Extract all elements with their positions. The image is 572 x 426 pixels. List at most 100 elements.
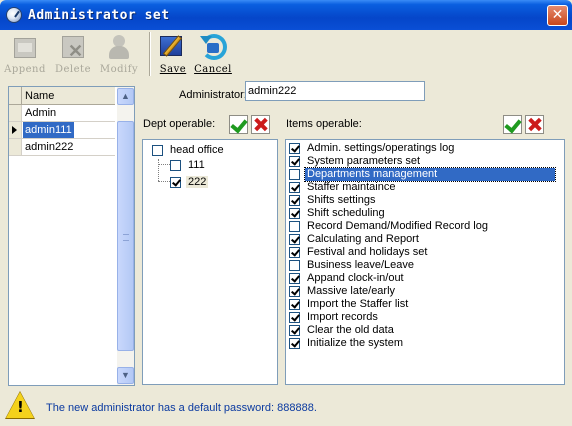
item-label: Massive late/early (307, 285, 396, 297)
list-item[interactable]: Calculating and Report (289, 233, 421, 246)
tree-node-head-office[interactable]: head office (152, 143, 226, 157)
table-row[interactable]: admin222 (9, 139, 115, 156)
dept-select-all-check-icon[interactable] (229, 115, 248, 134)
administrator-label: Administrator: (179, 89, 247, 101)
checkbox-checked[interactable] (289, 208, 300, 219)
checkbox-checked[interactable] (289, 156, 300, 167)
list-item[interactable]: Shift scheduling (289, 207, 387, 220)
status-bar: ! The new administrator has a default pa… (0, 390, 572, 426)
list-item[interactable]: Business leave/Leave (289, 259, 416, 272)
checkbox-checked[interactable] (289, 325, 300, 336)
delete-label: Delete (55, 64, 91, 75)
scroll-thumb[interactable] (117, 121, 134, 351)
dept-operable-label: Dept operable: (143, 118, 216, 130)
tree-node-111[interactable]: 111 (170, 158, 207, 172)
list-item[interactable]: Appand clock-in/out (289, 272, 406, 285)
checkbox[interactable] (289, 221, 300, 232)
checkbox-checked[interactable] (170, 176, 181, 188)
items-operable-label: Items operable: (286, 118, 362, 130)
delete-button[interactable]: ✕ Delete (52, 30, 94, 78)
items-select-all-check-icon[interactable] (503, 115, 522, 134)
close-button[interactable]: ✕ (547, 5, 568, 26)
append-button[interactable]: Append (4, 30, 46, 78)
title-bar: Administrator set ✕ (0, 0, 572, 30)
window-title: Administrator set (28, 7, 170, 23)
cancel-icon (198, 32, 228, 62)
checkbox-checked[interactable] (289, 312, 300, 323)
list-item[interactable]: Shifts settings (289, 194, 377, 207)
checkbox[interactable] (289, 169, 300, 180)
scroll-up-icon[interactable]: ▲ (117, 88, 134, 105)
checkbox[interactable] (170, 159, 181, 171)
item-label: System parameters set (307, 155, 421, 167)
checkbox-checked[interactable] (289, 234, 300, 245)
checkbox-checked[interactable] (289, 338, 300, 349)
user-list-scrollbar[interactable]: ▲ ▼ (117, 87, 134, 385)
delete-icon: ✕ (58, 32, 88, 62)
tree-node-label: 222 (186, 176, 209, 188)
modify-button[interactable]: Modify (98, 30, 140, 78)
tree-node-label: head office (170, 144, 224, 156)
save-button[interactable]: Save (152, 30, 194, 78)
items-clear-all-cross-icon[interactable] (525, 115, 544, 134)
toolbar-separator (149, 32, 151, 76)
checkbox-checked[interactable] (289, 247, 300, 258)
item-label: Admin. settings/operatings log (307, 142, 455, 154)
list-item[interactable]: Import records (289, 311, 380, 324)
item-label: Shift scheduling (307, 207, 385, 219)
modify-label: Modify (99, 64, 139, 75)
append-icon (10, 32, 40, 62)
tree-node-label: 111 (188, 159, 205, 171)
save-label: Save (159, 64, 187, 75)
item-label: Import the Staffer list (307, 298, 409, 310)
checkbox-checked[interactable] (289, 182, 300, 193)
table-row[interactable]: Admin (9, 105, 115, 122)
item-label: Clear the old data (307, 324, 394, 336)
cancel-button[interactable]: Cancel (192, 30, 234, 78)
list-item-highlighted[interactable]: Departments management (289, 167, 556, 182)
item-label: Departments management (304, 167, 556, 182)
user-name: admin111 (23, 122, 74, 138)
name-column-header[interactable]: Name (25, 90, 54, 102)
list-item[interactable]: Festival and holidays set (289, 246, 429, 259)
save-icon (158, 32, 188, 62)
table-row-selected[interactable]: admin111 (9, 122, 115, 139)
list-item[interactable]: Clear the old data (289, 324, 396, 337)
administrator-input[interactable]: admin222 (245, 81, 425, 101)
item-label: Record Demand/Modified Record log (307, 220, 488, 232)
list-item[interactable]: Massive late/early (289, 285, 397, 298)
dept-clear-all-cross-icon[interactable] (251, 115, 270, 134)
list-item[interactable]: Initialize the system (289, 337, 405, 350)
tree-node-222[interactable]: 222 (170, 175, 209, 189)
user-list[interactable]: Name Admin admin111 admin222 ▲ ▼ (8, 86, 135, 386)
scroll-down-icon[interactable]: ▼ (117, 367, 134, 384)
checkbox-checked[interactable] (289, 195, 300, 206)
checkbox-checked[interactable] (289, 299, 300, 310)
cancel-label: Cancel (194, 64, 232, 75)
item-label: Initialize the system (307, 337, 403, 349)
append-label: Append (4, 64, 46, 75)
checkbox-checked[interactable] (289, 143, 300, 154)
user-name: Admin (25, 107, 57, 119)
checkbox-checked[interactable] (289, 286, 300, 297)
items-checklist[interactable]: Admin. settings/operatings log System pa… (285, 139, 565, 385)
list-item[interactable]: Record Demand/Modified Record log (289, 220, 490, 233)
status-message: The new administrator has a default pass… (46, 402, 317, 414)
list-item[interactable]: Staffer maintaince (289, 181, 397, 194)
toolbar: Append ✕ Delete Modify Save Cancel (4, 30, 568, 80)
item-label: Festival and holidays set (307, 246, 428, 258)
checkbox-checked[interactable] (289, 273, 300, 284)
item-label: Calculating and Report (307, 233, 419, 245)
dept-tree[interactable]: head office 111 222 (142, 139, 278, 385)
checkbox[interactable] (289, 260, 300, 271)
row-pointer-icon (12, 126, 17, 134)
warning-mark: ! (17, 398, 24, 416)
list-item[interactable]: Admin. settings/operatings log (289, 142, 456, 155)
checkbox[interactable] (152, 144, 163, 156)
app-icon (6, 7, 22, 23)
user-edit-icon (104, 32, 134, 62)
list-item[interactable]: Import the Staffer list (289, 298, 410, 311)
list-item[interactable]: System parameters set (289, 155, 422, 168)
item-label: Import records (307, 311, 378, 323)
item-label: Shifts settings (307, 194, 376, 206)
